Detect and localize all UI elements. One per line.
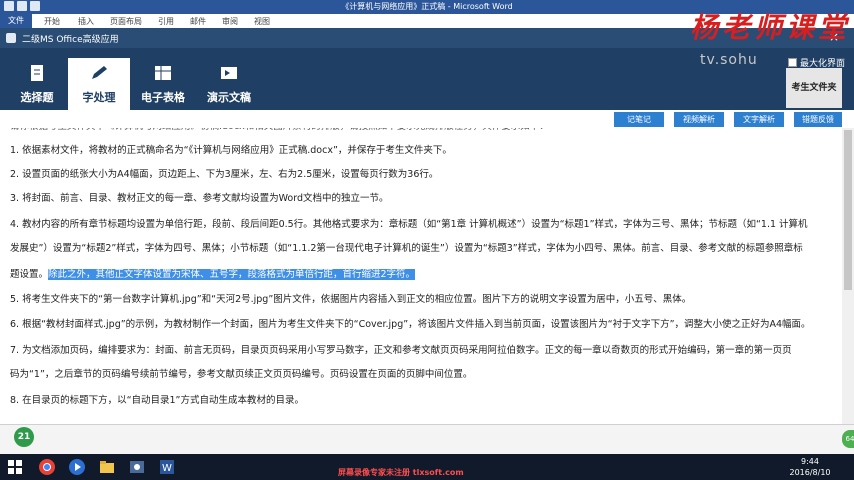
svg-text:W: W <box>162 463 172 474</box>
requirement-7-line-1: 7. 为文档添加页码，编排要求为：封面、前言无页码，目录页页码采用小写罗马数字，… <box>10 345 792 356</box>
requirement-1: 1. 依据素材文件，将教材的正式稿命名为“《计算机与网络应用》正式稿.docx”… <box>10 145 452 156</box>
tab-view[interactable]: 视图 <box>254 16 270 27</box>
recorder-banner: 屏幕录像专家未注册 tlxsoft.com <box>338 468 464 477</box>
question-number-badge[interactable]: 21 <box>14 427 34 447</box>
tab-page-layout[interactable]: 页面布局 <box>110 16 142 27</box>
tab-mailings[interactable]: 邮件 <box>190 16 206 27</box>
bottom-strip <box>0 424 854 455</box>
pen-icon <box>92 66 107 79</box>
tab-home[interactable]: 开始 <box>44 16 60 27</box>
question-content: 请你根据考生文件夹下《计算机与网络应用》初稿.docx和相关图片素材的排版，请按… <box>0 128 842 424</box>
document-icon <box>31 65 43 81</box>
clock-time: 9:44 <box>801 457 819 466</box>
requirement-3: 3. 将封面、前言、目录、教材正文的每一章、参考文献均设置为Word文档中的独立… <box>10 193 389 204</box>
error-feedback-button[interactable]: 错题反馈 <box>794 112 842 127</box>
presentation-icon <box>221 67 237 79</box>
tab-references[interactable]: 引用 <box>158 16 174 27</box>
tab-review[interactable]: 审阅 <box>222 16 238 27</box>
tab-insert[interactable]: 插入 <box>78 16 94 27</box>
chrome-icon[interactable] <box>38 458 56 476</box>
requirement-6: 6. 根据“教材封面样式.jpg”的示例，为教材制作一个封面，图片为考生文件夹下… <box>10 319 811 330</box>
requirement-4-line-3: 题设置。除此之外，其他正文字体设置为宋体、五号字，段落格式为单倍行距，首行缩进2… <box>10 264 835 286</box>
watermark-logo: 杨老师课堂 <box>690 11 851 44</box>
nav-tab-choice[interactable]: 选择题 <box>6 58 68 110</box>
student-folder-button[interactable]: 考生文件夹 <box>786 68 842 108</box>
requirement-2: 2. 设置页面的纸张大小为A4幅面，页边距上、下为3厘米，左、右为2.5厘米，设… <box>10 169 439 180</box>
video-analysis-button[interactable]: 视频解析 <box>674 112 724 127</box>
text-analysis-button[interactable]: 文字解析 <box>734 112 784 127</box>
tab-file[interactable]: 文件 <box>0 14 32 28</box>
system-clock[interactable]: 9:44 2016/8/10 <box>770 456 850 478</box>
checkbox-icon[interactable] <box>788 58 797 67</box>
word-taskbar-icon[interactable]: W <box>158 458 176 476</box>
nav-tab-label: 演示文稿 <box>207 91 251 104</box>
windows-start-icon[interactable] <box>6 458 24 476</box>
nav-tab-spreadsheet[interactable]: 电子表格 <box>132 58 194 110</box>
clock-date: 2016/8/10 <box>789 468 831 477</box>
requirement-8: 8. 在目录页的标题下方，以“自动目录1”方式自动生成本教材的目录。 <box>10 395 304 406</box>
folder-icon[interactable] <box>98 458 116 476</box>
take-notes-button[interactable]: 记笔记 <box>614 112 664 127</box>
nav-tab-presentation[interactable]: 演示文稿 <box>198 58 260 110</box>
intro-text: 请你根据考生文件夹下《计算机与网络应用》初稿.docx和相关图片素材的排版，请按… <box>10 128 835 138</box>
requirement-4-text: 题设置。 <box>10 269 49 280</box>
selected-text[interactable]: 除此之外，其他正文字体设置为宋体、五号字，段落格式为单倍行距，首行缩进2字符。 <box>48 269 416 280</box>
app-title: 二级MS Office高级应用 <box>22 35 119 45</box>
nav-tab-label: 电子表格 <box>141 91 185 104</box>
watermark-site: tv.sohu <box>700 52 758 68</box>
nav-tab-label: 字处理 <box>82 91 116 104</box>
requirement-4-line-2: 发展史”）设置为“标题2”样式，字体为四号、黑体；小节标题（如“1.1.2第一台… <box>10 243 803 254</box>
screen-recorder-icon[interactable] <box>128 458 146 476</box>
requirement-4-line-1: 4. 教材内容的所有章节标题均设置为单倍行距，段前、段后间距0.5行。其他格式要… <box>10 219 808 230</box>
scrollbar-thumb[interactable] <box>844 130 852 290</box>
app-icon <box>6 33 16 43</box>
nav-tab-label: 选择题 <box>20 91 54 104</box>
requirement-5: 5. 将考生文件夹下的“第一台数字计算机.jpg”和“天河2号.jpg”图片文件… <box>10 294 692 305</box>
spreadsheet-icon <box>155 66 171 80</box>
requirement-7-line-2: 码为“1”，之后章节的页码编号续前节编号，参考文献页续正文页页码编号。页码设置在… <box>10 369 473 380</box>
corner-badge[interactable]: 64 <box>842 430 854 448</box>
nav-tab-word-processing[interactable]: 字处理 <box>68 58 130 110</box>
media-player-icon[interactable] <box>68 458 86 476</box>
